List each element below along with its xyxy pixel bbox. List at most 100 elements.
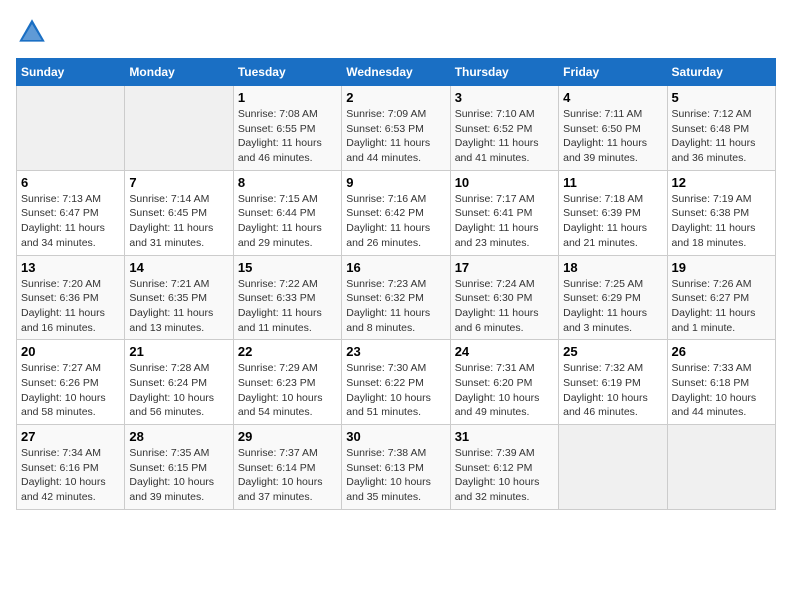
calendar-cell: 4 Sunrise: 7:11 AM Sunset: 6:50 PM Daylig… bbox=[559, 86, 667, 171]
calendar-cell: 14 Sunrise: 7:21 AM Sunset: 6:35 PM Dayli… bbox=[125, 255, 233, 340]
day-number: 22 bbox=[238, 344, 337, 359]
calendar-cell: 31 Sunrise: 7:39 AM Sunset: 6:12 PM Dayli… bbox=[450, 425, 558, 510]
day-number: 8 bbox=[238, 175, 337, 190]
day-info: Sunrise: 7:15 AM Sunset: 6:44 PM Dayligh… bbox=[238, 192, 337, 251]
calendar-cell: 18 Sunrise: 7:25 AM Sunset: 6:29 PM Dayli… bbox=[559, 255, 667, 340]
calendar-cell: 28 Sunrise: 7:35 AM Sunset: 6:15 PM Dayli… bbox=[125, 425, 233, 510]
day-info: Sunrise: 7:16 AM Sunset: 6:42 PM Dayligh… bbox=[346, 192, 445, 251]
day-number: 15 bbox=[238, 260, 337, 275]
day-number: 2 bbox=[346, 90, 445, 105]
weekday-header-sunday: Sunday bbox=[17, 59, 125, 86]
day-info: Sunrise: 7:28 AM Sunset: 6:24 PM Dayligh… bbox=[129, 361, 228, 420]
day-number: 30 bbox=[346, 429, 445, 444]
calendar-cell: 21 Sunrise: 7:28 AM Sunset: 6:24 PM Dayli… bbox=[125, 340, 233, 425]
calendar-cell bbox=[559, 425, 667, 510]
calendar-cell: 13 Sunrise: 7:20 AM Sunset: 6:36 PM Dayli… bbox=[17, 255, 125, 340]
day-info: Sunrise: 7:32 AM Sunset: 6:19 PM Dayligh… bbox=[563, 361, 662, 420]
day-number: 31 bbox=[455, 429, 554, 444]
weekday-header-wednesday: Wednesday bbox=[342, 59, 450, 86]
calendar-cell: 1 Sunrise: 7:08 AM Sunset: 6:55 PM Daylig… bbox=[233, 86, 341, 171]
day-info: Sunrise: 7:09 AM Sunset: 6:53 PM Dayligh… bbox=[346, 107, 445, 166]
day-number: 20 bbox=[21, 344, 120, 359]
day-info: Sunrise: 7:12 AM Sunset: 6:48 PM Dayligh… bbox=[672, 107, 771, 166]
calendar-cell: 25 Sunrise: 7:32 AM Sunset: 6:19 PM Dayli… bbox=[559, 340, 667, 425]
day-info: Sunrise: 7:14 AM Sunset: 6:45 PM Dayligh… bbox=[129, 192, 228, 251]
day-info: Sunrise: 7:19 AM Sunset: 6:38 PM Dayligh… bbox=[672, 192, 771, 251]
day-info: Sunrise: 7:10 AM Sunset: 6:52 PM Dayligh… bbox=[455, 107, 554, 166]
weekday-header-saturday: Saturday bbox=[667, 59, 775, 86]
weekday-header-row: SundayMondayTuesdayWednesdayThursdayFrid… bbox=[17, 59, 776, 86]
calendar-cell: 11Sunrise: 7:18 AM Sunset: 6:39 PM Dayli… bbox=[559, 170, 667, 255]
calendar-cell: 30 Sunrise: 7:38 AM Sunset: 6:13 PM Dayli… bbox=[342, 425, 450, 510]
calendar-week-row: 6 Sunrise: 7:13 AM Sunset: 6:47 PM Daylig… bbox=[17, 170, 776, 255]
logo bbox=[16, 16, 52, 48]
day-info: Sunrise: 7:31 AM Sunset: 6:20 PM Dayligh… bbox=[455, 361, 554, 420]
day-number: 26 bbox=[672, 344, 771, 359]
calendar-week-row: 13 Sunrise: 7:20 AM Sunset: 6:36 PM Dayli… bbox=[17, 255, 776, 340]
calendar-cell bbox=[667, 425, 775, 510]
day-info: Sunrise: 7:38 AM Sunset: 6:13 PM Dayligh… bbox=[346, 446, 445, 505]
day-info: Sunrise: 7:29 AM Sunset: 6:23 PM Dayligh… bbox=[238, 361, 337, 420]
day-number: 14 bbox=[129, 260, 228, 275]
day-number: 23 bbox=[346, 344, 445, 359]
day-number: 21 bbox=[129, 344, 228, 359]
day-info: Sunrise: 7:30 AM Sunset: 6:22 PM Dayligh… bbox=[346, 361, 445, 420]
weekday-header-tuesday: Tuesday bbox=[233, 59, 341, 86]
page-header bbox=[16, 16, 776, 48]
day-info: Sunrise: 7:21 AM Sunset: 6:35 PM Dayligh… bbox=[129, 277, 228, 336]
calendar-cell bbox=[17, 86, 125, 171]
day-info: Sunrise: 7:23 AM Sunset: 6:32 PM Dayligh… bbox=[346, 277, 445, 336]
day-number: 7 bbox=[129, 175, 228, 190]
day-number: 16 bbox=[346, 260, 445, 275]
day-number: 1 bbox=[238, 90, 337, 105]
calendar-cell: 27Sunrise: 7:34 AM Sunset: 6:16 PM Dayli… bbox=[17, 425, 125, 510]
day-number: 24 bbox=[455, 344, 554, 359]
calendar-cell: 10 Sunrise: 7:17 AM Sunset: 6:41 PM Dayli… bbox=[450, 170, 558, 255]
calendar-cell: 7 Sunrise: 7:14 AM Sunset: 6:45 PM Daylig… bbox=[125, 170, 233, 255]
calendar-cell bbox=[125, 86, 233, 171]
day-info: Sunrise: 7:17 AM Sunset: 6:41 PM Dayligh… bbox=[455, 192, 554, 251]
day-number: 29 bbox=[238, 429, 337, 444]
day-info: Sunrise: 7:18 AM Sunset: 6:39 PM Dayligh… bbox=[563, 192, 662, 251]
day-number: 28 bbox=[129, 429, 228, 444]
day-number: 13 bbox=[21, 260, 120, 275]
day-info: Sunrise: 7:26 AM Sunset: 6:27 PM Dayligh… bbox=[672, 277, 771, 336]
calendar-week-row: 27Sunrise: 7:34 AM Sunset: 6:16 PM Dayli… bbox=[17, 425, 776, 510]
weekday-header-thursday: Thursday bbox=[450, 59, 558, 86]
day-info: Sunrise: 7:33 AM Sunset: 6:18 PM Dayligh… bbox=[672, 361, 771, 420]
day-number: 9 bbox=[346, 175, 445, 190]
calendar-cell: 17 Sunrise: 7:24 AM Sunset: 6:30 PM Dayli… bbox=[450, 255, 558, 340]
day-number: 17 bbox=[455, 260, 554, 275]
day-info: Sunrise: 7:11 AM Sunset: 6:50 PM Dayligh… bbox=[563, 107, 662, 166]
day-info: Sunrise: 7:13 AM Sunset: 6:47 PM Dayligh… bbox=[21, 192, 120, 251]
day-number: 10 bbox=[455, 175, 554, 190]
day-number: 25 bbox=[563, 344, 662, 359]
day-number: 4 bbox=[563, 90, 662, 105]
calendar-cell: 29Sunrise: 7:37 AM Sunset: 6:14 PM Dayli… bbox=[233, 425, 341, 510]
day-number: 12 bbox=[672, 175, 771, 190]
day-info: Sunrise: 7:20 AM Sunset: 6:36 PM Dayligh… bbox=[21, 277, 120, 336]
day-number: 27 bbox=[21, 429, 120, 444]
day-number: 18 bbox=[563, 260, 662, 275]
calendar-cell: 3 Sunrise: 7:10 AM Sunset: 6:52 PM Daylig… bbox=[450, 86, 558, 171]
calendar-cell: 20 Sunrise: 7:27 AM Sunset: 6:26 PM Dayli… bbox=[17, 340, 125, 425]
calendar-cell: 12 Sunrise: 7:19 AM Sunset: 6:38 PM Dayli… bbox=[667, 170, 775, 255]
calendar-cell: 2 Sunrise: 7:09 AM Sunset: 6:53 PM Daylig… bbox=[342, 86, 450, 171]
calendar-cell: 9 Sunrise: 7:16 AM Sunset: 6:42 PM Daylig… bbox=[342, 170, 450, 255]
day-info: Sunrise: 7:08 AM Sunset: 6:55 PM Dayligh… bbox=[238, 107, 337, 166]
day-number: 3 bbox=[455, 90, 554, 105]
day-number: 19 bbox=[672, 260, 771, 275]
day-info: Sunrise: 7:39 AM Sunset: 6:12 PM Dayligh… bbox=[455, 446, 554, 505]
day-info: Sunrise: 7:24 AM Sunset: 6:30 PM Dayligh… bbox=[455, 277, 554, 336]
calendar-week-row: 1 Sunrise: 7:08 AM Sunset: 6:55 PM Daylig… bbox=[17, 86, 776, 171]
calendar-cell: 6 Sunrise: 7:13 AM Sunset: 6:47 PM Daylig… bbox=[17, 170, 125, 255]
day-info: Sunrise: 7:35 AM Sunset: 6:15 PM Dayligh… bbox=[129, 446, 228, 505]
calendar-cell: 8 Sunrise: 7:15 AM Sunset: 6:44 PM Daylig… bbox=[233, 170, 341, 255]
calendar-cell: 16 Sunrise: 7:23 AM Sunset: 6:32 PM Dayli… bbox=[342, 255, 450, 340]
calendar-cell: 22 Sunrise: 7:29 AM Sunset: 6:23 PM Dayli… bbox=[233, 340, 341, 425]
day-info: Sunrise: 7:25 AM Sunset: 6:29 PM Dayligh… bbox=[563, 277, 662, 336]
logo-icon bbox=[16, 16, 48, 48]
day-info: Sunrise: 7:27 AM Sunset: 6:26 PM Dayligh… bbox=[21, 361, 120, 420]
day-number: 6 bbox=[21, 175, 120, 190]
weekday-header-friday: Friday bbox=[559, 59, 667, 86]
